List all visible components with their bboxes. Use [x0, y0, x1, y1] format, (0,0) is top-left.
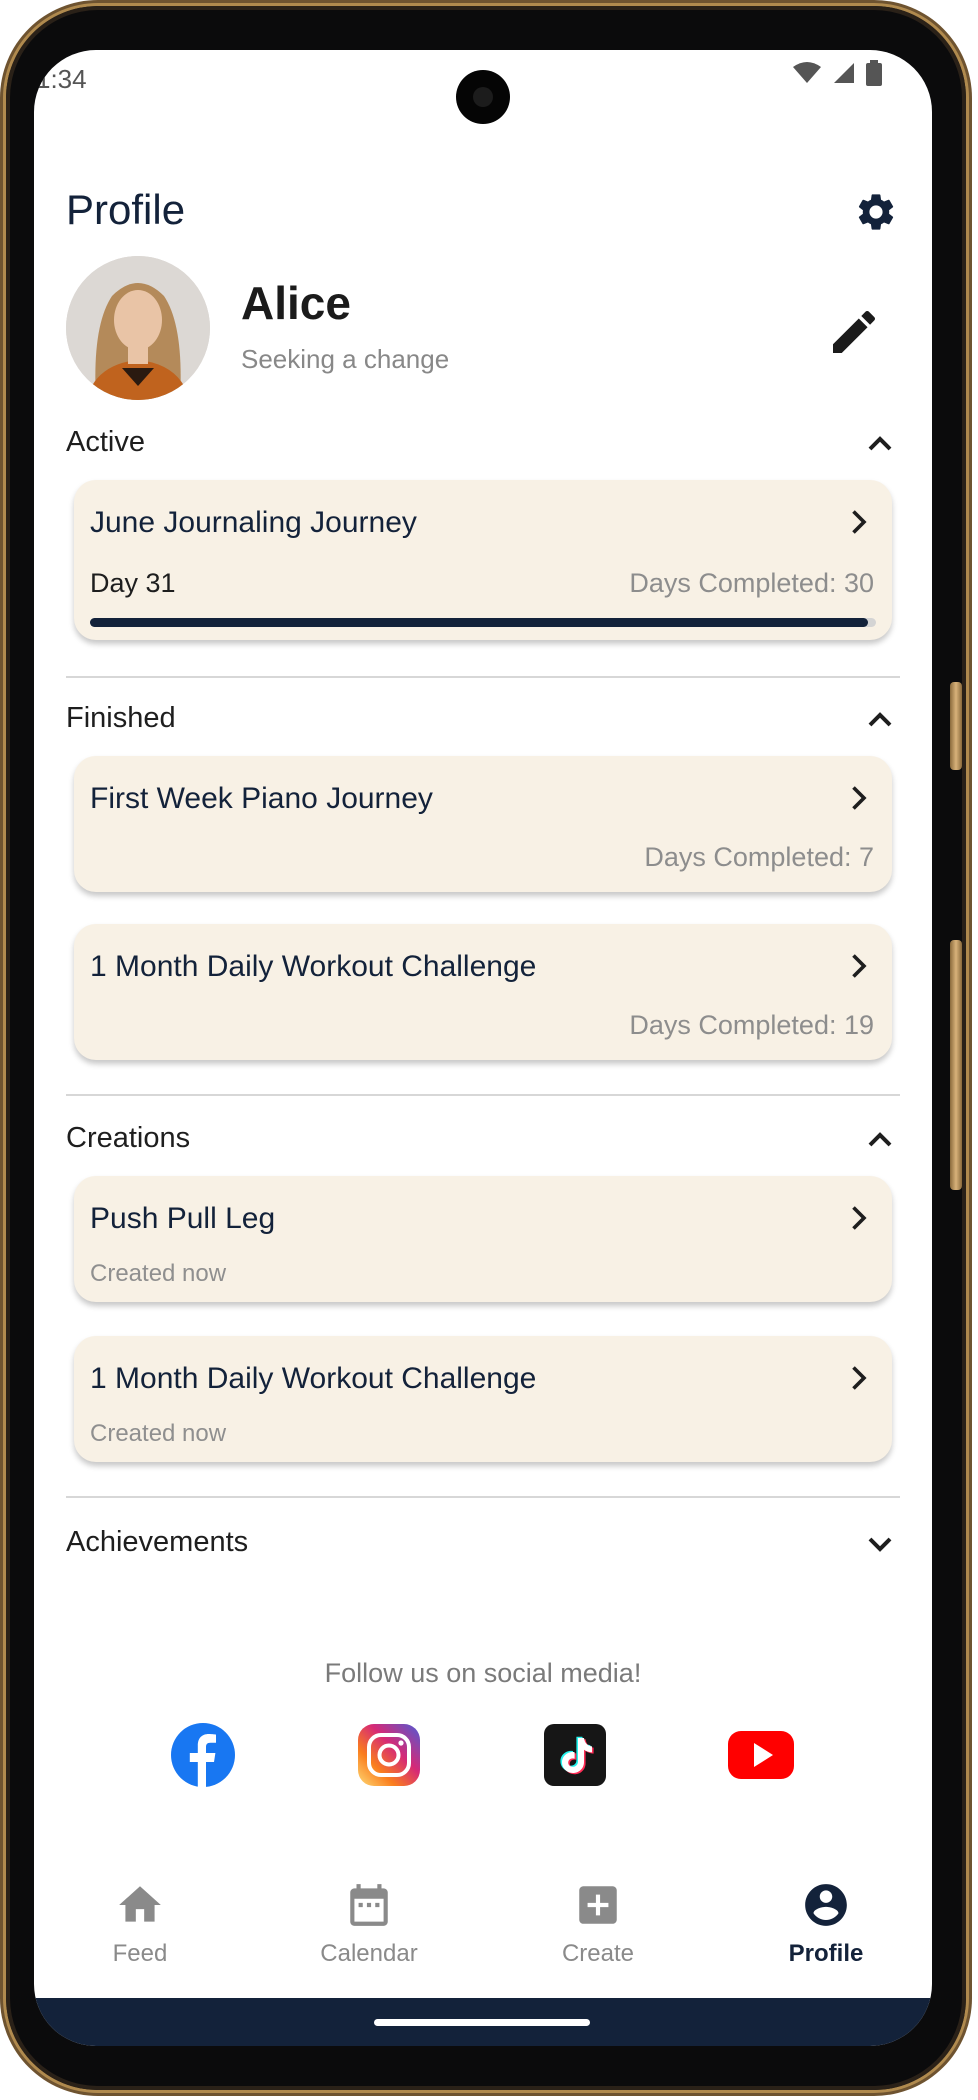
add-box-icon [579, 1886, 617, 1924]
section-creations: Creations Push Pull Leg Created now 1 Mo… [66, 1112, 900, 1512]
creation-card[interactable]: Push Pull Leg Created now [74, 1176, 892, 1302]
profile-header: Alice Seeking a change [66, 256, 902, 402]
chevron-up-icon[interactable] [860, 700, 900, 740]
nav-item-calendar[interactable]: Calendar [289, 1860, 449, 1968]
section-achievements-header[interactable]: Achievements [66, 1516, 900, 1576]
nav-label: Create [561, 1940, 635, 1967]
app-screen: 1:34 Profile Alice Seeking a change Acti… [34, 50, 932, 2046]
chevron-right-icon[interactable] [840, 948, 876, 984]
volume-button [950, 940, 962, 1190]
section-title: Finished [66, 702, 176, 734]
wifi-icon [793, 62, 821, 83]
progress-bar [90, 618, 876, 627]
user-tagline: Seeking a change [241, 344, 450, 374]
section-finished-header[interactable]: Finished [66, 692, 900, 752]
calendar-icon [350, 1884, 388, 1926]
page-title: Profile [66, 186, 186, 233]
card-title: Push Pull Leg [90, 1202, 276, 1235]
status-bar: 1:34 [34, 50, 932, 124]
status-icons [792, 60, 882, 86]
card-title: 1 Month Daily Workout Challenge [90, 1362, 537, 1395]
system-nav-bar [34, 1998, 932, 2046]
challenge-card[interactable]: 1 Month Daily Workout Challenge Days Com… [74, 924, 892, 1060]
home-icon [119, 1886, 161, 1922]
power-button [950, 682, 962, 770]
avatar-portrait-icon [66, 256, 210, 400]
battery-icon [866, 60, 882, 86]
front-camera [456, 70, 510, 124]
nav-label: Profile [788, 1940, 864, 1967]
settings-gear-icon[interactable] [854, 190, 898, 234]
creation-card[interactable]: 1 Month Daily Workout Challenge Created … [74, 1336, 892, 1462]
created-label: Created now [90, 1420, 227, 1447]
section-creations-header[interactable]: Creations [66, 1112, 900, 1172]
nav-label: Feed [112, 1940, 168, 1967]
facebook-icon[interactable] [170, 1722, 236, 1788]
chevron-down-icon[interactable] [860, 1524, 900, 1564]
section-active: Active June Journaling Journey Day 31 Da… [66, 416, 900, 696]
section-divider [66, 676, 900, 678]
days-completed: Days Completed: 30 [629, 568, 874, 598]
nav-label: Calendar [320, 1940, 418, 1967]
section-achievements: Achievements [66, 1516, 900, 1576]
section-finished: Finished First Week Piano Journey Days C… [66, 692, 900, 1112]
section-divider [66, 1496, 900, 1498]
chevron-right-icon[interactable] [840, 504, 876, 540]
section-title: Creations [66, 1122, 191, 1154]
user-name: Alice [241, 277, 351, 329]
days-completed: Days Completed: 19 [629, 1010, 874, 1040]
section-active-header[interactable]: Active [66, 416, 900, 476]
tiktok-icon[interactable] [542, 1722, 608, 1788]
youtube-icon[interactable] [728, 1722, 794, 1788]
account-circle-icon [805, 1884, 847, 1926]
instagram-icon[interactable] [356, 1722, 422, 1788]
signal-icon [834, 63, 854, 83]
bottom-navigation: Feed Calendar Create Profile [34, 1860, 932, 2010]
days-completed: Days Completed: 7 [644, 842, 874, 872]
created-label: Created now [90, 1260, 227, 1287]
status-time: 1:34 [36, 64, 87, 94]
progress-fill [90, 618, 869, 627]
challenge-card[interactable]: First Week Piano Journey Days Completed:… [74, 756, 892, 892]
chevron-right-icon[interactable] [840, 1200, 876, 1236]
edit-pencil-icon[interactable] [826, 304, 882, 360]
card-title: First Week Piano Journey [90, 782, 433, 815]
chevron-right-icon[interactable] [840, 780, 876, 816]
social-heading: Follow us on social media! [324, 1658, 642, 1688]
chevron-up-icon[interactable] [860, 424, 900, 464]
nav-item-create[interactable]: Create [518, 1860, 678, 1968]
avatar[interactable] [66, 256, 210, 400]
nav-item-feed[interactable]: Feed [60, 1860, 220, 1968]
app-header: Profile [34, 130, 932, 233]
home-indicator[interactable] [374, 2019, 590, 2026]
chevron-right-icon[interactable] [840, 1360, 876, 1396]
day-label: Day 31 [90, 568, 176, 598]
section-title: Active [66, 426, 145, 458]
nav-item-profile[interactable]: Profile [746, 1860, 906, 1968]
section-title: Achievements [66, 1526, 249, 1558]
chevron-up-icon[interactable] [860, 1120, 900, 1160]
section-divider [66, 1094, 900, 1096]
card-title: June Journaling Journey [90, 506, 417, 539]
card-title: 1 Month Daily Workout Challenge [90, 950, 537, 983]
challenge-card[interactable]: June Journaling Journey Day 31 Days Comp… [74, 480, 892, 640]
